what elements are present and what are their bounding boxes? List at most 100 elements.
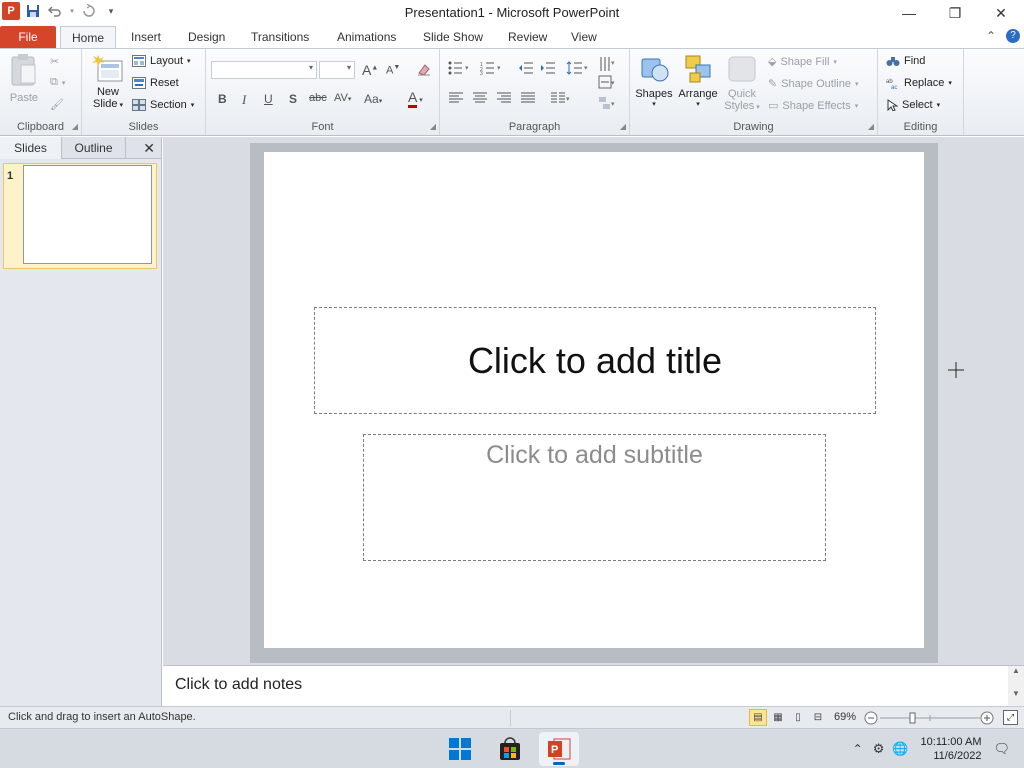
shape-fill-button[interactable]: ⬙ Shape Fill ▾: [768, 55, 837, 69]
normal-view-icon[interactable]: ▤: [749, 709, 767, 726]
tab-slides[interactable]: Slides: [0, 137, 62, 159]
slide-sorter-view-icon[interactable]: ▦: [769, 709, 787, 726]
line-spacing-icon[interactable]: ▾: [566, 61, 590, 78]
tab-insert[interactable]: Insert: [131, 26, 161, 48]
tab-review[interactable]: Review: [508, 26, 547, 48]
numbering-icon[interactable]: 1 2 3 ▾: [480, 61, 504, 78]
shape-outline-button[interactable]: ✎ Shape Outline ▾: [768, 77, 858, 91]
font-size-dropdown[interactable]: ▾: [319, 61, 355, 79]
slide-show-view-icon[interactable]: ⊟: [809, 709, 827, 726]
shape-outline-label: Shape Outline: [781, 77, 851, 90]
tab-design[interactable]: Design: [188, 26, 225, 48]
tab-animations[interactable]: Animations: [337, 26, 396, 48]
windows-icon: [449, 738, 471, 760]
restore-button[interactable]: ❐: [932, 0, 978, 26]
close-pane-icon[interactable]: ✕: [143, 140, 155, 157]
align-center-icon[interactable]: [472, 92, 488, 107]
clear-formatting-icon[interactable]: [416, 61, 432, 80]
title-placeholder[interactable]: Click to add title: [314, 307, 876, 414]
font-color-button[interactable]: A ▾: [408, 89, 423, 108]
show-hidden-icons-icon[interactable]: ⌃: [853, 742, 863, 756]
underline-button[interactable]: U: [264, 92, 273, 106]
subtitle-placeholder[interactable]: Click to add subtitle: [363, 434, 826, 561]
notes-scrollbar[interactable]: ▲ ▼: [1008, 666, 1024, 707]
help-icon[interactable]: ?: [1006, 29, 1020, 43]
select-button[interactable]: Select ▾: [886, 99, 940, 111]
font-group-label: Font: [311, 121, 334, 133]
start-button[interactable]: [440, 732, 480, 766]
scroll-up-icon[interactable]: ▲: [1008, 666, 1024, 675]
layout-icon: [132, 55, 146, 67]
tab-file[interactable]: File: [0, 26, 56, 48]
find-button[interactable]: Find: [886, 55, 925, 67]
group-paragraph: ▾ 1 2 3 ▾ ▾ ▾ ▾ ▾ ▾ Paragraph ◢: [440, 49, 630, 135]
text-direction-icon[interactable]: ▾: [598, 55, 616, 76]
decrease-indent-icon[interactable]: [518, 61, 534, 78]
tab-view[interactable]: View: [571, 26, 597, 48]
change-case-button[interactable]: Aa▾: [364, 92, 382, 106]
shapes-button[interactable]: Shapes ▾: [634, 53, 674, 108]
notes-pane[interactable]: Click to add notes ▲ ▼: [163, 665, 1024, 707]
svg-text:▾: ▾: [611, 101, 615, 108]
zoom-slider[interactable]: [864, 711, 1004, 725]
zoom-level[interactable]: 69%: [834, 711, 856, 723]
bullets-icon[interactable]: ▾: [448, 61, 472, 78]
clipboard-launcher-icon[interactable]: ◢: [72, 122, 78, 131]
tab-home[interactable]: Home: [60, 26, 117, 48]
reset-button[interactable]: Reset: [132, 77, 179, 89]
convert-to-smartart-icon[interactable]: ▾: [598, 96, 616, 115]
arrange-button[interactable]: Arrange ▾: [676, 53, 720, 108]
group-drawing: Shapes ▾ Arrange ▾ Quick Styles ▾ ⬙ Shape…: [630, 49, 878, 135]
replace-button[interactable]: ab ac Replace ▾: [886, 77, 952, 89]
character-spacing-button[interactable]: AV▾: [334, 92, 351, 104]
notes-placeholder[interactable]: Click to add notes: [175, 676, 302, 694]
slides-group-label: Slides: [128, 121, 159, 133]
drawing-launcher-icon[interactable]: ◢: [868, 122, 874, 131]
columns-icon[interactable]: ▾: [550, 92, 572, 107]
slide-thumbnail[interactable]: [23, 165, 152, 264]
fit-slide-icon[interactable]: ⤢: [1003, 710, 1018, 725]
align-text-icon[interactable]: ▾: [598, 75, 616, 94]
minimize-button[interactable]: —: [886, 0, 932, 26]
paste-button[interactable]: Paste: [6, 53, 42, 104]
network-icon[interactable]: ⚙: [873, 741, 885, 757]
font-launcher-icon[interactable]: ◢: [430, 122, 436, 131]
quick-styles-button[interactable]: Quick Styles ▾: [722, 53, 762, 112]
cut-icon[interactable]: ✂: [50, 55, 59, 68]
reading-view-icon[interactable]: ▯: [789, 709, 807, 726]
bold-button[interactable]: B: [218, 92, 227, 106]
layout-button[interactable]: Layout ▾: [132, 55, 191, 67]
strikethrough-button[interactable]: abc: [309, 92, 327, 104]
tab-transitions[interactable]: Transitions: [251, 26, 309, 48]
section-button[interactable]: Section ▾: [132, 99, 194, 111]
increase-indent-icon[interactable]: [540, 61, 556, 78]
tab-outline[interactable]: Outline: [62, 137, 126, 159]
format-painter-icon[interactable]: 🖌: [50, 98, 64, 111]
notifications-icon[interactable]: 🗨: [993, 741, 1010, 757]
paragraph-launcher-icon[interactable]: ◢: [620, 122, 626, 131]
shrink-font-icon[interactable]: A▼: [386, 64, 400, 77]
shape-effects-button[interactable]: ▭ Shape Effects ▾: [768, 99, 858, 113]
close-button[interactable]: ✕: [978, 0, 1024, 26]
scroll-down-icon[interactable]: ▼: [1008, 689, 1024, 698]
grow-font-icon[interactable]: A▲: [362, 62, 378, 78]
shadow-button[interactable]: S: [289, 92, 297, 106]
copy-icon[interactable]: ⧉ ▾: [50, 76, 65, 89]
shapes-label: Shapes: [635, 88, 673, 100]
align-right-icon[interactable]: [496, 92, 512, 107]
paste-icon: [11, 54, 36, 86]
align-left-icon[interactable]: [448, 92, 464, 107]
store-button[interactable]: [490, 732, 530, 766]
group-font: ▾ ▾ A▲ A▼ B I U S abc AV▾ Aa▾ A ▾ Font ◢: [206, 49, 440, 135]
clock[interactable]: 10:11:00 AM 11/6/2022: [921, 735, 982, 763]
italic-button[interactable]: I: [242, 92, 246, 108]
language-icon[interactable]: 🌐: [892, 741, 908, 757]
taskbar: P ⌃ ⚙ 🌐 10:11:00 AM 11/6/2022 🗨: [0, 728, 1024, 768]
font-name-dropdown[interactable]: ▾: [211, 61, 317, 79]
tab-slide-show[interactable]: Slide Show: [423, 26, 483, 48]
powerpoint-taskbar-button[interactable]: P: [539, 732, 579, 766]
new-slide-button[interactable]: New Slide ▾: [88, 53, 128, 110]
system-tray: ⌃ ⚙ 🌐 10:11:00 AM 11/6/2022 🗨: [853, 729, 1024, 768]
justify-icon[interactable]: [520, 92, 536, 107]
minimize-ribbon-icon[interactable]: ⌃: [986, 29, 996, 43]
